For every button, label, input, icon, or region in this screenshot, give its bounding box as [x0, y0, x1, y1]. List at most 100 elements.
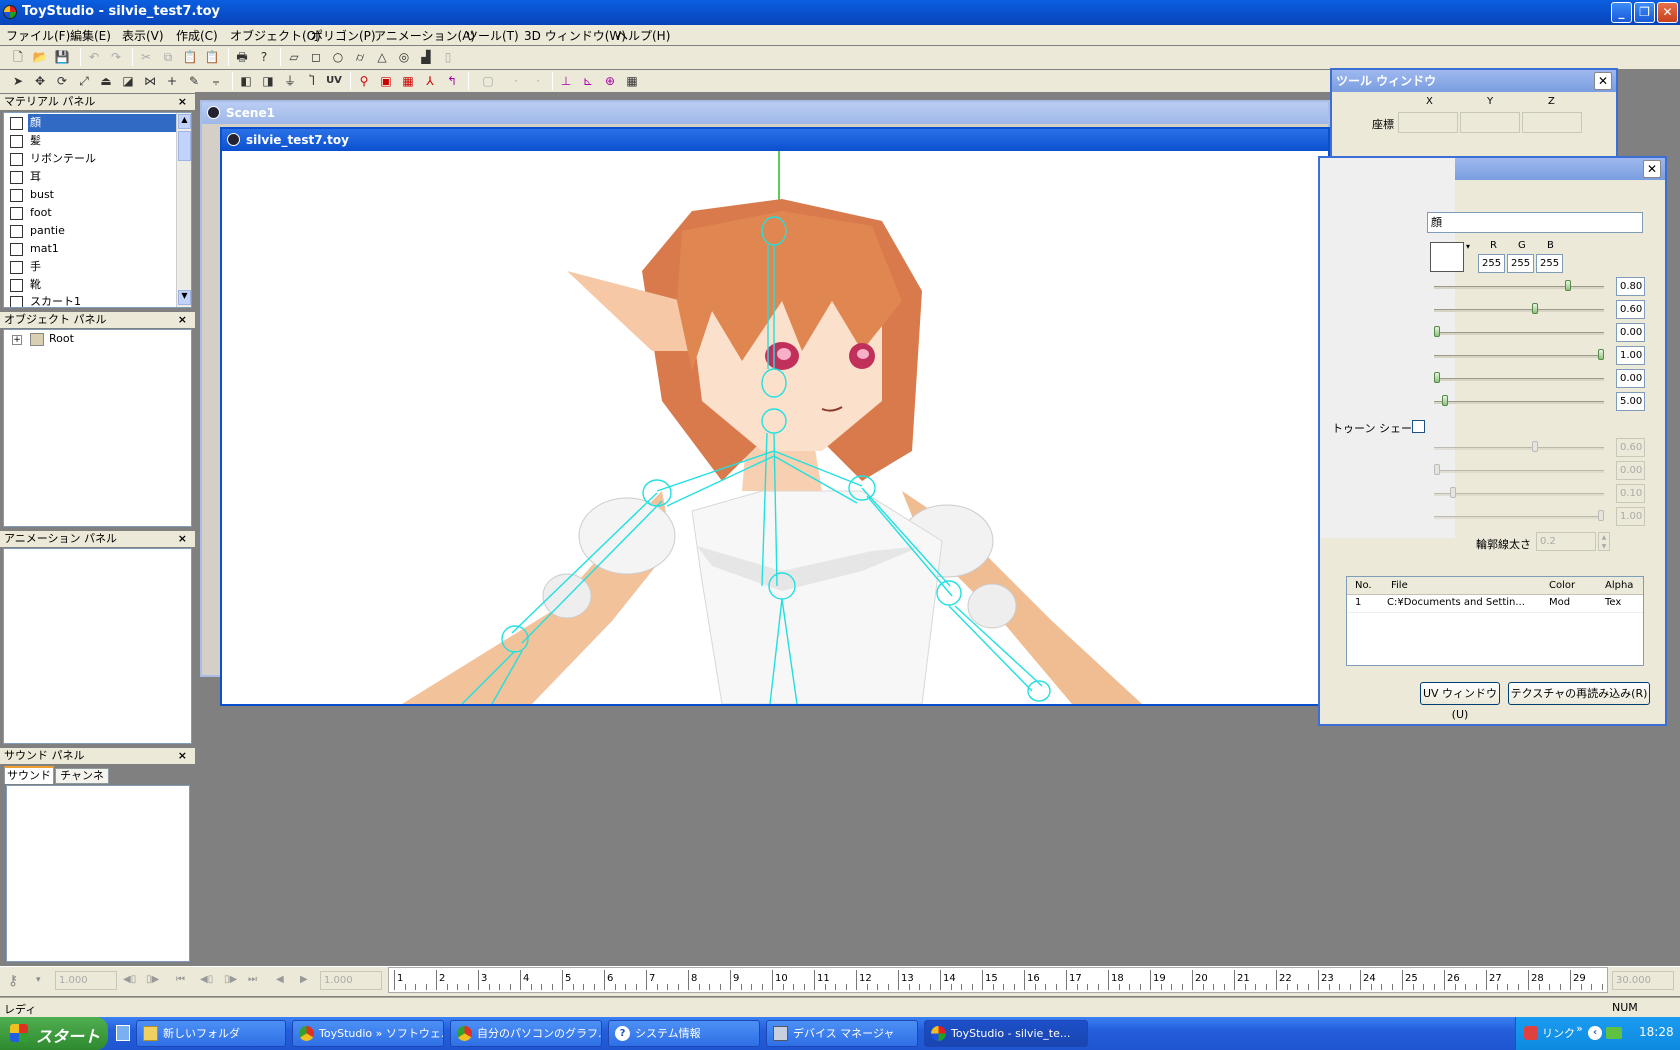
paste-icon[interactable]: 📋	[182, 49, 198, 65]
uv-window-button[interactable]: UV ウィンドウ(U)	[1420, 682, 1500, 721]
shade-smooth-icon[interactable]: ◨	[260, 73, 276, 89]
bevel-icon[interactable]: ◪	[120, 73, 136, 89]
r-field[interactable]: 255	[1478, 254, 1505, 273]
snap-center-icon[interactable]: ⊕	[602, 73, 618, 89]
help-icon[interactable]: ?	[256, 49, 272, 65]
slider-value-field[interactable]: 5.00	[1616, 392, 1645, 411]
cylinder-icon[interactable]: ⌭	[352, 49, 368, 65]
paint-icon[interactable]: ✎	[186, 73, 202, 89]
scroll-down-icon[interactable]: ▼	[178, 290, 191, 305]
sphere-icon[interactable]: ○	[330, 49, 346, 65]
redo-icon[interactable]: ↷	[108, 49, 124, 65]
toon-value-field[interactable]: 0.60	[1616, 438, 1645, 457]
close-button[interactable]: ✕	[1657, 2, 1678, 23]
play-back-icon[interactable]: ◀	[276, 974, 284, 985]
open-folder-icon[interactable]: 📂	[32, 49, 48, 65]
material-item[interactable]: foot	[6, 204, 176, 222]
material-item[interactable]: mat1	[6, 240, 176, 258]
tray-network-icon[interactable]	[1606, 1027, 1622, 1039]
g-field[interactable]: 255	[1507, 254, 1534, 273]
minimize-button[interactable]: _	[1611, 2, 1632, 23]
axis-icon[interactable]: ⅄	[422, 73, 438, 89]
new-file-icon[interactable]: 🗋	[10, 49, 26, 65]
animation-panel-close[interactable]: ×	[178, 531, 187, 547]
toon-slider-thumb[interactable]	[1598, 510, 1604, 521]
slider-thumb[interactable]	[1434, 326, 1440, 337]
material-item[interactable]: スカート1	[6, 293, 176, 307]
task-folder[interactable]: 新しいフォルダ	[136, 1020, 286, 1047]
material-window-close[interactable]: ✕	[1643, 160, 1661, 178]
texture-row[interactable]: 1 C:¥Documents and Settin... Mod Tex	[1347, 595, 1643, 613]
toon-slider-thumb[interactable]	[1450, 487, 1457, 498]
slider-track[interactable]	[1434, 355, 1604, 358]
stamp-icon[interactable]: ⏚	[282, 73, 298, 89]
menu-edit[interactable]: 編集(E)	[70, 27, 111, 44]
key-icon[interactable]: ⚷	[8, 973, 18, 989]
col-alpha[interactable]: Alpha	[1605, 580, 1633, 591]
tree-expander[interactable]: +	[12, 335, 22, 345]
scroll-thumb[interactable]	[178, 131, 191, 161]
next-frame-icon[interactable]: ▯▶	[224, 974, 237, 985]
start-button[interactable]: スタート	[0, 1017, 108, 1050]
toon-shader-checkbox[interactable]	[1412, 420, 1425, 433]
material-item[interactable]: リボンテール	[6, 150, 176, 168]
task-system-info[interactable]: ? システム情報	[608, 1020, 760, 1047]
toon-value-field[interactable]: 0.10	[1616, 484, 1645, 503]
copy-icon[interactable]: ⧉	[160, 49, 176, 65]
slider-thumb[interactable]	[1565, 280, 1572, 291]
plane-icon[interactable]: ▱	[286, 49, 302, 65]
slider-value-field[interactable]: 1.00	[1616, 346, 1645, 365]
quick-launch-icon[interactable]	[116, 1025, 130, 1041]
cone-icon[interactable]: △	[374, 49, 390, 65]
cube-icon[interactable]: ◻	[308, 49, 324, 65]
object-panel-close[interactable]: ×	[178, 312, 187, 328]
material-checkbox[interactable]	[10, 243, 23, 256]
rotate-icon[interactable]: ⟳	[54, 73, 70, 89]
menu-animation[interactable]: アニメーション(A)	[374, 27, 475, 44]
viewport-window-titlebar[interactable]: silvie_test7.toy	[222, 129, 1328, 151]
material-checkbox[interactable]	[10, 261, 23, 274]
coord-z-field[interactable]	[1522, 112, 1582, 133]
timeline-field-2[interactable]: 1.000	[320, 971, 382, 990]
slider-value-field[interactable]: 0.80	[1616, 277, 1645, 296]
tray-links-label[interactable]: リンク	[1542, 1025, 1575, 1041]
knife-icon[interactable]: ⋈	[142, 73, 158, 89]
b-field[interactable]: 255	[1536, 254, 1563, 273]
save-icon[interactable]: 💾	[54, 49, 70, 65]
material-checkbox[interactable]	[10, 135, 23, 148]
task-browser-toystudio[interactable]: ToyStudio » ソフトウェ...	[292, 1020, 444, 1047]
snap-x-icon[interactable]: ⊥	[558, 73, 574, 89]
toon-value-field[interactable]: 1.00	[1616, 507, 1645, 526]
task-toystudio[interactable]: ToyStudio - silvie_te...	[924, 1020, 1088, 1047]
timeline-field-1[interactable]: 1.000	[55, 971, 117, 990]
slider-value-field[interactable]: 0.00	[1616, 369, 1645, 388]
key-dropdown-icon[interactable]: ▾	[36, 975, 41, 985]
cut-icon[interactable]: ✂	[138, 49, 154, 65]
scene-window-titlebar[interactable]: Scene1	[202, 102, 1328, 124]
task-browser-graphics[interactable]: 自分のパソコンのグラフ...	[450, 1020, 602, 1047]
first-frame-icon[interactable]: ⏮	[176, 974, 185, 985]
restore-button[interactable]: ❐	[1634, 2, 1655, 23]
material-item[interactable]: 顔	[6, 114, 178, 132]
color-dropdown-icon[interactable]: ▾	[1466, 242, 1476, 272]
toon-value-field[interactable]: 0.00	[1616, 461, 1645, 480]
material-checkbox[interactable]	[10, 189, 23, 202]
slider-track[interactable]	[1434, 401, 1604, 404]
menu-3d-window[interactable]: 3D ウィンドウ(W)	[524, 27, 626, 44]
toon-slider-track[interactable]	[1434, 493, 1604, 496]
material-scrollbar[interactable]: ▲ ▼	[176, 113, 191, 307]
slider-value-field[interactable]: 0.00	[1616, 323, 1645, 342]
stairs-icon[interactable]: ▟	[418, 49, 434, 65]
material-item[interactable]: 髪	[6, 132, 176, 150]
scroll-up-icon[interactable]: ▲	[178, 114, 191, 129]
step-back-icon[interactable]: ◀▯	[123, 974, 136, 985]
col-color[interactable]: Color	[1549, 580, 1575, 591]
snap-y-icon[interactable]: ⊾	[580, 73, 596, 89]
menu-tools[interactable]: ツール(T)	[466, 27, 519, 44]
timeline-end-field[interactable]: 30.000	[1612, 971, 1674, 990]
menu-create[interactable]: 作成(C)	[176, 27, 218, 44]
prev-frame-icon[interactable]: ◀▯	[200, 974, 213, 985]
step-forward-icon[interactable]: ▯▶	[146, 974, 159, 985]
material-name-field[interactable]: 顔	[1427, 212, 1643, 233]
slider-thumb[interactable]	[1598, 349, 1604, 360]
